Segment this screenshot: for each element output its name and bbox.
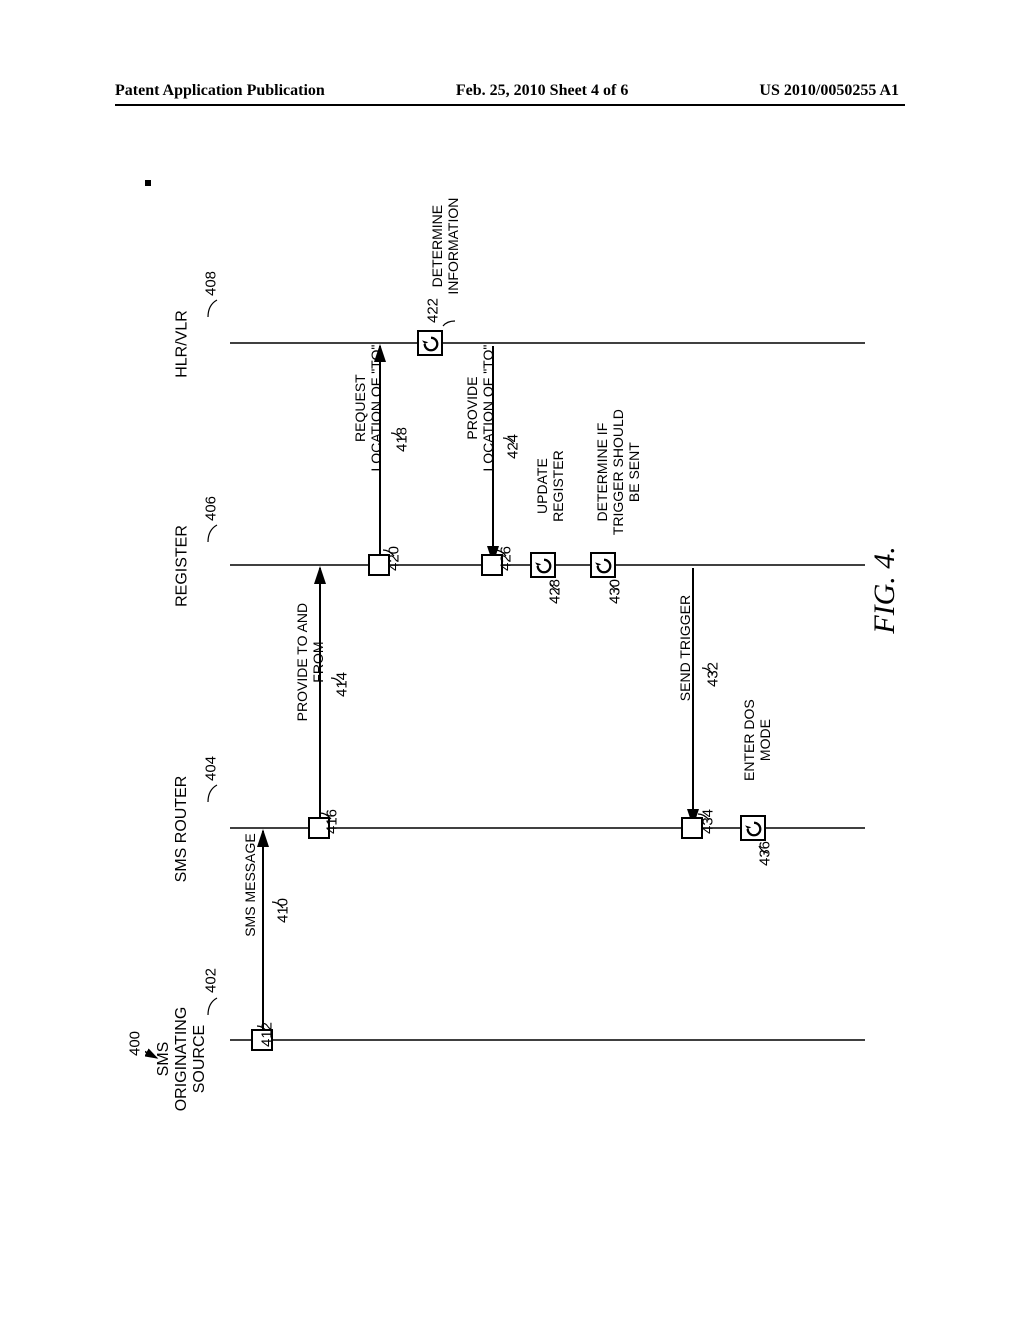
header-rule [115,104,905,106]
ref-432: 432 [705,655,722,695]
label-432: SEND TRIGGER [677,588,693,708]
label-414: PROVIDE TO ANDFROM [294,592,326,732]
ref-436: 436 [757,834,774,874]
ref-416: 416 [324,802,341,842]
header-left: Patent Application Publication [115,82,325,100]
ref-428: 428 [547,572,564,612]
ref-412: 412 [259,1015,276,1055]
header-center: Feb. 25, 2010 Sheet 4 of 6 [456,82,628,100]
ref-430: 430 [607,572,624,612]
ref-408: 408 [203,264,220,304]
label-436: ENTER DOSMODE [741,690,773,790]
ref-420: 420 [386,539,403,579]
participant-label-404: SMS ROUTER [173,774,191,884]
ref-404: 404 [203,749,220,789]
loop-422 [417,330,443,356]
figure-caption: FIG. 4. [868,530,902,650]
label-430: DETERMINE IFTRIGGER SHOULDBE SENT [594,407,642,537]
label-428: UPDATEREGISTER [534,446,566,526]
ref-400: 400 [127,1024,144,1064]
ref-424: 424 [505,427,522,467]
ref-402: 402 [203,961,220,1001]
page-header: Patent Application Publication Feb. 25, … [0,82,1024,100]
participant-label-402: SMSORIGINATINGSOURCE [155,1004,209,1114]
label-424: PROVIDELOCATION OF "TO" [464,333,496,483]
ref-410: 410 [275,891,292,931]
ref-414: 414 [334,665,351,705]
ref-418: 418 [394,420,411,460]
participant-hlr-vlr [145,180,151,186]
participant-label-406: REGISTER [174,519,192,614]
ref-426: 426 [498,539,515,579]
participant-label-408: HLR/VLR [174,302,192,387]
label-422: DETERMINEINFORMATION [429,186,461,306]
label-410: SMS MESSAGE [242,830,258,940]
ref-406: 406 [203,489,220,529]
ref-434: 434 [700,802,717,842]
ref-422: 422 [425,291,442,331]
sequence-diagram: SMSORIGINATINGSOURCE SMS ROUTER REGISTER… [145,180,875,1110]
label-418: REQUESTLOCATION OF "TO" [352,333,384,483]
header-right: US 2010/0050255 A1 [759,82,899,100]
